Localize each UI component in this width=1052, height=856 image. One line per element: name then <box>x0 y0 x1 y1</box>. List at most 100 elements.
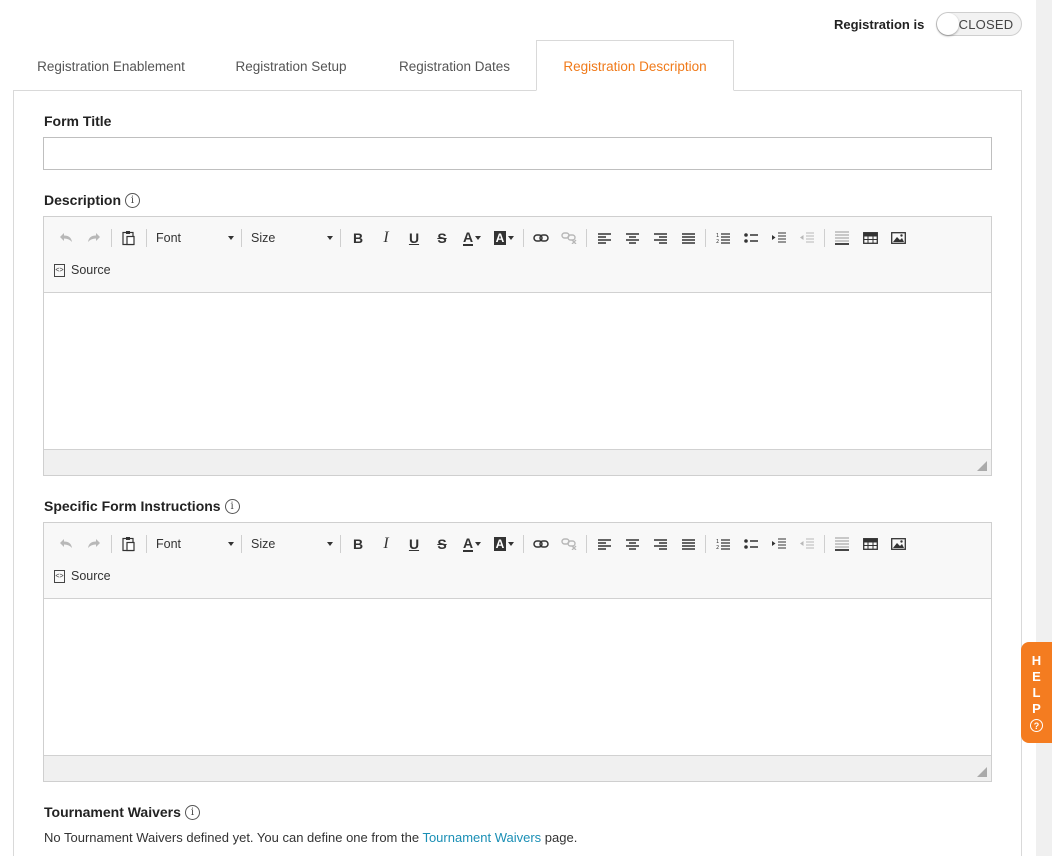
background-color-icon[interactable]: A <box>488 226 520 250</box>
resize-handle-icon[interactable] <box>977 461 987 471</box>
chevron-down-icon <box>327 236 333 240</box>
waivers-message: No Tournament Waivers defined yet. You c… <box>44 830 577 845</box>
underline-icon[interactable]: U <box>400 226 428 250</box>
chevron-down-icon <box>475 236 482 240</box>
background-color-icon[interactable]: A <box>488 532 520 556</box>
help-letter: P <box>1032 701 1041 716</box>
tab-registration-description[interactable]: Registration Description <box>536 40 734 91</box>
help-button[interactable]: H E L P ? <box>1021 642 1052 743</box>
tab-registration-setup[interactable]: Registration Setup <box>209 41 373 91</box>
question-icon: ? <box>1030 719 1043 732</box>
bulleted-list-icon[interactable] <box>737 226 765 250</box>
form-title-input[interactable] <box>43 137 992 170</box>
font-dropdown-label: Font <box>156 231 182 245</box>
toolbar-separator <box>146 229 147 247</box>
toolbar-separator <box>824 229 825 247</box>
bulleted-list-icon[interactable] <box>737 532 765 556</box>
waivers-text-before: No Tournament Waivers defined yet. You c… <box>44 830 423 845</box>
font-dropdown-label: Font <box>156 537 182 551</box>
toggle-status-text: CLOSED <box>958 17 1014 32</box>
font-dropdown[interactable]: Font <box>150 226 238 250</box>
help-letter: L <box>1032 685 1041 700</box>
description-label-text: Description <box>44 192 122 208</box>
toolbar-separator <box>523 535 524 553</box>
align-right-icon[interactable] <box>646 226 674 250</box>
toolbar-separator <box>586 229 587 247</box>
help-letter: E <box>1032 669 1041 684</box>
align-center-icon[interactable] <box>618 226 646 250</box>
numbered-list-icon[interactable]: 12 <box>709 532 737 556</box>
description-editor: Font Size B I U S A A 12 <> Source <box>43 216 992 476</box>
font-dropdown[interactable]: Font <box>150 532 238 556</box>
editor-status-bar <box>44 755 991 781</box>
undo-icon[interactable] <box>52 532 80 556</box>
info-icon[interactable]: i <box>224 498 240 514</box>
svg-text:2: 2 <box>716 239 719 244</box>
unlink-icon[interactable] <box>555 532 583 556</box>
align-center-icon[interactable] <box>618 532 646 556</box>
bold-icon[interactable]: B <box>344 532 372 556</box>
text-color-icon[interactable]: A <box>456 226 488 250</box>
description-editor-content[interactable] <box>44 293 991 449</box>
chevron-down-icon <box>508 236 515 240</box>
italic-icon[interactable]: I <box>372 226 400 250</box>
tournament-waivers-link[interactable]: Tournament Waivers <box>422 830 541 845</box>
image-icon[interactable] <box>884 226 912 250</box>
horizontal-rule-icon[interactable] <box>828 532 856 556</box>
info-icon[interactable]: i <box>125 192 141 208</box>
unlink-icon[interactable] <box>555 226 583 250</box>
align-left-icon[interactable] <box>590 532 618 556</box>
chevron-down-icon <box>327 542 333 546</box>
strikethrough-icon[interactable]: S <box>428 226 456 250</box>
table-icon[interactable] <box>856 226 884 250</box>
align-left-icon[interactable] <box>590 226 618 250</box>
source-button[interactable]: <> Source <box>54 259 111 281</box>
align-justify-icon[interactable] <box>674 532 702 556</box>
link-icon[interactable] <box>527 532 555 556</box>
background-color-glyph: A <box>493 231 507 245</box>
tab-registration-enablement[interactable]: Registration Enablement <box>13 41 209 91</box>
editor-toolbar: Font Size B I U S A A 12 <> Source <box>44 217 991 293</box>
form-title-label: Form Title <box>44 113 111 129</box>
indent-icon[interactable] <box>765 226 793 250</box>
instructions-editor-content[interactable] <box>44 599 991 755</box>
paste-icon[interactable] <box>115 532 143 556</box>
editor-toolbar: Font Size B I U S A A 12 <> Source <box>44 523 991 599</box>
svg-text:2: 2 <box>716 545 719 550</box>
specific-form-instructions-label: Specific Form Instructions i <box>44 498 240 514</box>
text-color-icon[interactable]: A <box>456 532 488 556</box>
source-button[interactable]: <> Source <box>54 565 111 587</box>
italic-icon[interactable]: I <box>372 532 400 556</box>
align-justify-icon[interactable] <box>674 226 702 250</box>
info-icon[interactable]: i <box>184 804 200 820</box>
indent-icon[interactable] <box>765 532 793 556</box>
link-icon[interactable] <box>527 226 555 250</box>
tab-registration-dates[interactable]: Registration Dates <box>373 41 536 91</box>
outdent-icon[interactable] <box>793 532 821 556</box>
source-icon: <> <box>54 569 65 583</box>
numbered-list-icon[interactable]: 12 <box>709 226 737 250</box>
underline-icon[interactable]: U <box>400 532 428 556</box>
registration-toggle[interactable]: CLOSED <box>936 12 1023 36</box>
strikethrough-icon[interactable]: S <box>428 532 456 556</box>
horizontal-rule-icon[interactable] <box>828 226 856 250</box>
resize-handle-icon[interactable] <box>977 767 987 777</box>
toolbar-separator <box>824 535 825 553</box>
image-icon[interactable] <box>884 532 912 556</box>
toolbar-separator <box>241 535 242 553</box>
redo-icon[interactable] <box>80 226 108 250</box>
redo-icon[interactable] <box>80 532 108 556</box>
waivers-text-after: page. <box>541 830 578 845</box>
outdent-icon[interactable] <box>793 226 821 250</box>
toolbar-separator <box>705 229 706 247</box>
editor-status-bar <box>44 449 991 475</box>
align-right-icon[interactable] <box>646 532 674 556</box>
size-dropdown[interactable]: Size <box>245 532 337 556</box>
waivers-label-text: Tournament Waivers <box>44 804 181 820</box>
paste-icon[interactable] <box>115 226 143 250</box>
undo-icon[interactable] <box>52 226 80 250</box>
bold-icon[interactable]: B <box>344 226 372 250</box>
registration-tabs: Registration Enablement Registration Set… <box>13 40 734 91</box>
size-dropdown[interactable]: Size <box>245 226 337 250</box>
table-icon[interactable] <box>856 532 884 556</box>
